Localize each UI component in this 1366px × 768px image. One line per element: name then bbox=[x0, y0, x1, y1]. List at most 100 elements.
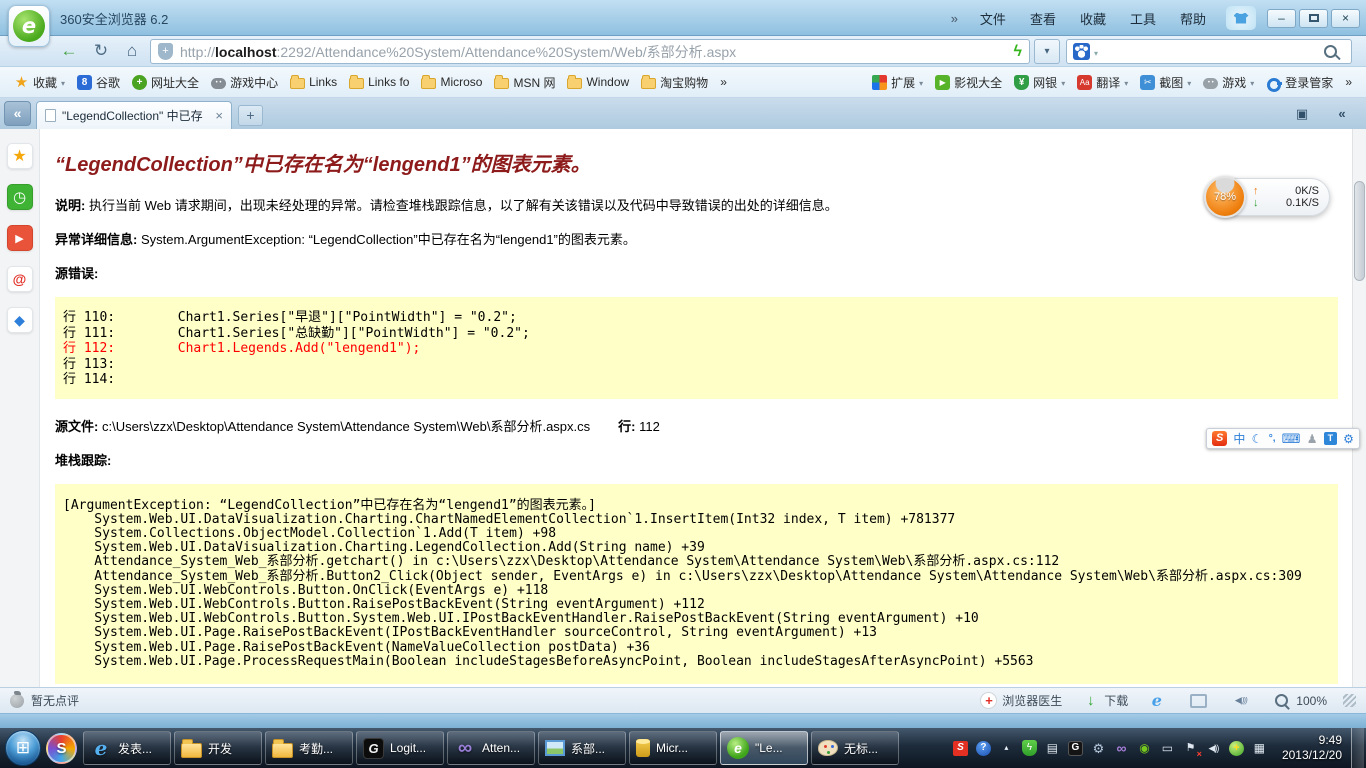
search-box[interactable] bbox=[1066, 39, 1352, 64]
tray-icon[interactable]: ∞ bbox=[1114, 740, 1129, 756]
tab-close-icon[interactable]: × bbox=[215, 109, 223, 122]
search-engine-dropdown-icon[interactable] bbox=[1094, 43, 1098, 61]
taskbar-button[interactable]: 发表... bbox=[83, 731, 171, 765]
ime-toolbar[interactable]: S 中 ☾ °, ⌨ ♟ T ⚙ bbox=[1206, 428, 1360, 449]
tray-icon[interactable]: G bbox=[1067, 740, 1083, 756]
bookmark-tool-item[interactable]: 登录管家 bbox=[1260, 72, 1339, 93]
address-bar[interactable]: http://localhost:2292/Attendance%20Syste… bbox=[150, 39, 1030, 64]
menu-item[interactable]: 收藏 bbox=[1068, 9, 1118, 28]
url-text[interactable]: http://localhost:2292/Attendance%20Syste… bbox=[180, 42, 1007, 62]
close-button[interactable]: × bbox=[1331, 8, 1360, 28]
show-desktop-button[interactable] bbox=[1351, 728, 1364, 768]
ime-icon[interactable]: 中 bbox=[1233, 433, 1245, 445]
memory-percent-badge[interactable]: 78% bbox=[1204, 176, 1246, 218]
security-shield-icon[interactable] bbox=[158, 43, 173, 60]
menu-item[interactable]: 文件 bbox=[968, 9, 1018, 28]
tray-icon[interactable]: ▦ bbox=[1252, 740, 1267, 756]
bookmark-tool-item[interactable]: 网银 bbox=[1008, 72, 1071, 93]
tab-list-icon[interactable] bbox=[1290, 104, 1314, 124]
bookmark-item[interactable]: 游戏中心 bbox=[205, 72, 284, 93]
statusbar-item[interactable] bbox=[1190, 692, 1212, 709]
menu-item[interactable]: 查看 bbox=[1018, 9, 1068, 28]
ime-icon[interactable]: ☾ bbox=[1252, 433, 1263, 445]
search-input[interactable] bbox=[1102, 44, 1320, 59]
bookmark-item[interactable]: 网址大全 bbox=[126, 72, 205, 93]
tray-icon[interactable]: ⚙ bbox=[1091, 740, 1106, 756]
tray-icon[interactable]: S bbox=[952, 740, 968, 756]
history-clock-icon[interactable] bbox=[6, 184, 33, 210]
speedup-lightning-icon[interactable] bbox=[1014, 43, 1022, 61]
bookmark-tool-item[interactable]: 截图 bbox=[1134, 72, 1197, 93]
video-icon[interactable] bbox=[6, 225, 33, 251]
tray-icon[interactable]: ϟ bbox=[1021, 740, 1037, 756]
bookmark-item[interactable]: Window bbox=[561, 73, 635, 91]
taskbar-button[interactable]: Logit... bbox=[356, 731, 444, 765]
tray-icon[interactable]: ▭ bbox=[1160, 740, 1175, 756]
favorites-star-icon[interactable] bbox=[6, 143, 33, 169]
ime-icon[interactable]: ♟ bbox=[1307, 433, 1318, 445]
bookmark-item[interactable]: » bbox=[714, 73, 733, 91]
bookmark-item[interactable]: 淘宝购物 bbox=[635, 72, 714, 93]
taskbar-button[interactable]: 系部... bbox=[538, 731, 626, 765]
bookmark-item[interactable]: Microso bbox=[415, 73, 488, 91]
maximize-button[interactable] bbox=[1299, 8, 1328, 28]
bookmark-tool-item[interactable]: » bbox=[1339, 73, 1358, 91]
speed-monitor[interactable]: 78% 0K/S 0.1K/S bbox=[1204, 176, 1330, 218]
bookmark-tool-item[interactable]: 影视大全 bbox=[929, 72, 1008, 93]
tray-icon[interactable]: ◀)) bbox=[1206, 740, 1221, 756]
menu-item[interactable]: 工具 bbox=[1118, 9, 1168, 28]
skin-icon[interactable] bbox=[1226, 6, 1256, 30]
ime-icon[interactable]: T bbox=[1323, 432, 1337, 445]
home-button[interactable] bbox=[119, 39, 145, 63]
browser-logo-icon[interactable]: e bbox=[8, 5, 50, 47]
baidu-paw-icon[interactable] bbox=[1073, 43, 1090, 60]
restore-tab-icon[interactable] bbox=[1330, 104, 1354, 124]
bookmark-item[interactable]: Links fo bbox=[343, 73, 415, 91]
rating-tomato-icon[interactable] bbox=[10, 690, 24, 708]
collapse-tabs-button[interactable] bbox=[4, 101, 31, 126]
taskbar-button[interactable]: "Le... bbox=[720, 731, 808, 765]
tray-icon[interactable]: ? bbox=[975, 740, 991, 756]
bookmark-tool-item[interactable]: 游戏 bbox=[1197, 72, 1260, 93]
scrollbar-thumb[interactable] bbox=[1354, 181, 1365, 281]
tray-icon[interactable]: ▤ bbox=[1045, 740, 1060, 756]
scrollbar[interactable] bbox=[1352, 129, 1366, 687]
taskbar-button[interactable]: Atten... bbox=[447, 731, 535, 765]
refresh-button[interactable] bbox=[88, 39, 114, 63]
bookmark-item[interactable]: 谷歌 bbox=[71, 72, 126, 93]
minimize-button[interactable]: – bbox=[1267, 8, 1296, 28]
back-button[interactable] bbox=[56, 39, 82, 63]
bookmark-item[interactable]: 收藏 bbox=[8, 72, 71, 93]
taskbar-button[interactable]: 考勤... bbox=[265, 731, 353, 765]
weibo-at-icon[interactable] bbox=[6, 266, 33, 292]
taskbar-button[interactable]: 开发 bbox=[174, 731, 262, 765]
statusbar-item[interactable] bbox=[1148, 692, 1170, 709]
bookmark-tool-item[interactable]: 翻译 bbox=[1071, 72, 1134, 93]
ime-icon[interactable]: °, bbox=[1269, 433, 1276, 444]
url-dropdown-button[interactable] bbox=[1034, 39, 1060, 64]
start-button[interactable] bbox=[5, 730, 41, 766]
taskbar-button[interactable]: 无标... bbox=[811, 731, 899, 765]
taskbar-clock[interactable]: 9:49 2013/12/20 bbox=[1273, 733, 1351, 763]
sogou-launcher-icon[interactable] bbox=[46, 732, 77, 764]
statusbar-item[interactable]: 100% bbox=[1274, 692, 1327, 709]
statusbar-item[interactable]: 浏览器医生 bbox=[980, 692, 1062, 709]
tray-icon[interactable]: ⚑ bbox=[1183, 740, 1202, 759]
tray-icon[interactable]: ◉ bbox=[1137, 740, 1152, 756]
bookmark-tool-item[interactable]: 扩展 bbox=[866, 72, 929, 93]
menu-item[interactable]: 帮助 bbox=[1168, 9, 1218, 28]
statusbar-item[interactable]: 下载 bbox=[1082, 692, 1128, 709]
ime-icon[interactable]: S bbox=[1212, 431, 1228, 446]
statusbar-item[interactable] bbox=[1232, 692, 1254, 709]
bookmark-item[interactable]: MSN 网 bbox=[488, 72, 561, 93]
tab-active[interactable]: "LegendCollection" 中已存 × bbox=[36, 101, 232, 129]
tray-icon[interactable]: + bbox=[1228, 740, 1244, 756]
resize-grip[interactable] bbox=[1343, 694, 1356, 707]
ime-icon[interactable]: ⚙ bbox=[1343, 433, 1354, 445]
taskbar-button[interactable]: Micr... bbox=[629, 731, 717, 765]
bookmark-item[interactable]: Links bbox=[284, 73, 343, 91]
new-tab-button[interactable]: + bbox=[238, 105, 263, 126]
menu-overflow-icon[interactable]: » bbox=[951, 11, 958, 26]
tray-icon[interactable]: ▴ bbox=[999, 740, 1014, 756]
apps-icon[interactable] bbox=[6, 307, 33, 333]
